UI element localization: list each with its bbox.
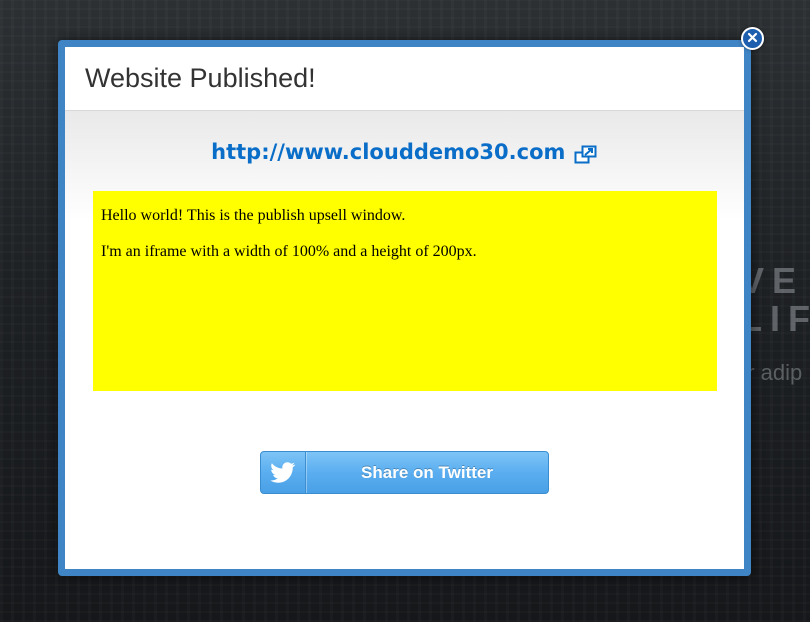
modal-body: http://www.clouddemo30.com Hello world! … xyxy=(65,111,744,569)
upsell-iframe: Hello world! This is the publish upsell … xyxy=(93,191,717,391)
close-button[interactable] xyxy=(741,27,764,50)
publish-modal: Website Published! http://www.clouddemo3… xyxy=(58,40,751,576)
share-button-label: Share on Twitter xyxy=(361,462,493,482)
modal-header: Website Published! xyxy=(65,47,744,111)
iframe-text-line: Hello world! This is the publish upsell … xyxy=(101,207,406,224)
iframe-text-line: I'm an iframe with a width of 100% and a… xyxy=(101,243,477,260)
modal-title: Website Published! xyxy=(85,63,316,93)
published-site-link[interactable]: http://www.clouddemo30.com xyxy=(211,140,565,164)
close-icon xyxy=(747,30,758,48)
share-on-twitter-button[interactable]: Share on Twitter xyxy=(260,451,549,494)
external-link-icon[interactable] xyxy=(574,145,598,170)
twitter-bird-icon xyxy=(261,452,306,493)
published-url-row: http://www.clouddemo30.com xyxy=(65,140,744,170)
